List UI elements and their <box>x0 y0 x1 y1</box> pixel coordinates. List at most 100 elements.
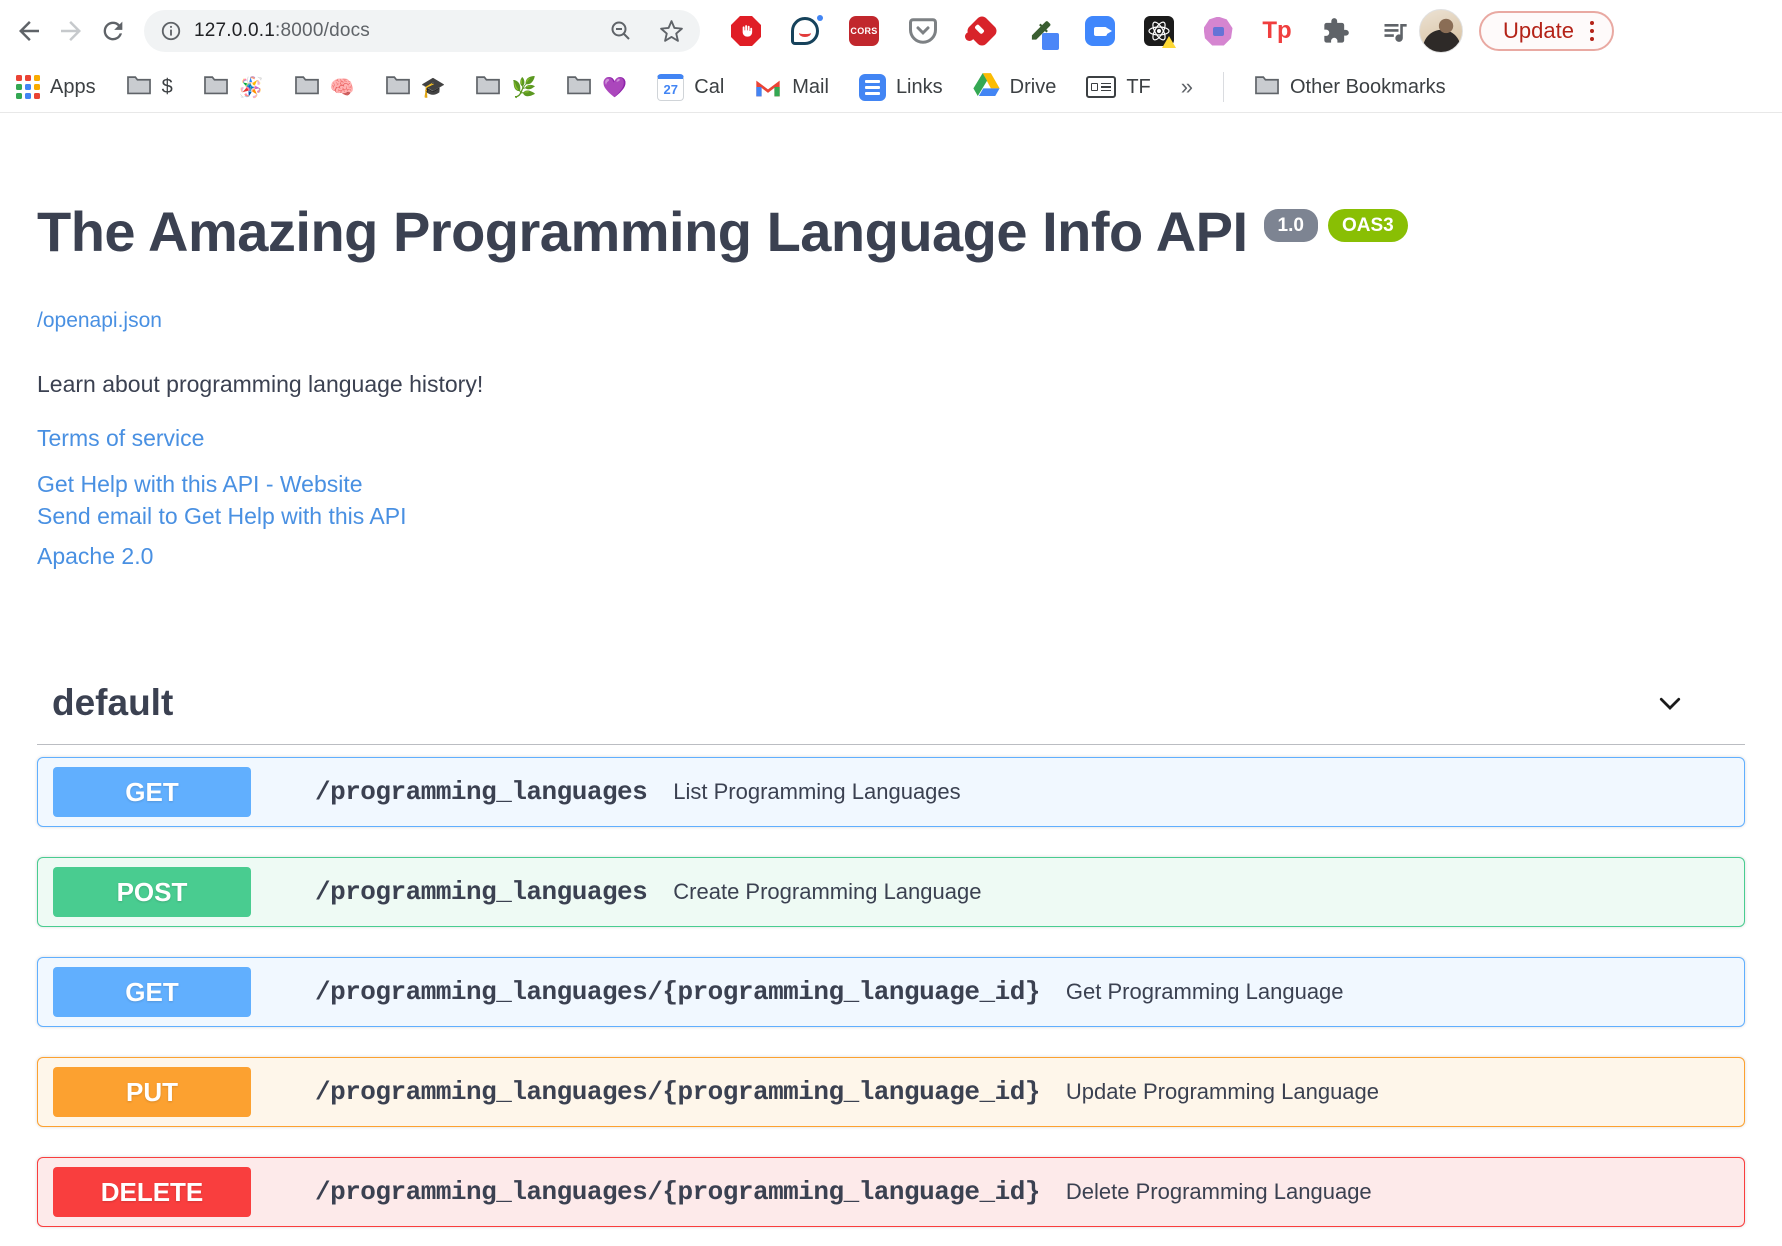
bookmark-label: Other Bookmarks <box>1290 75 1446 98</box>
chat-bubble-extension-icon[interactable] <box>789 15 823 47</box>
address-bar[interactable]: 127.0.0.1:8000/docs <box>144 10 700 52</box>
bookmark-folder[interactable]: 💜 <box>566 74 627 101</box>
card-icon <box>1086 76 1117 98</box>
bookmark-label: 🎓 <box>420 76 446 99</box>
update-button[interactable]: Update <box>1479 11 1615 51</box>
colorzilla-eyedropper-icon[interactable] <box>1025 15 1059 50</box>
chevron-down-icon[interactable] <box>1653 686 1687 720</box>
back-icon[interactable] <box>8 10 50 52</box>
endpoint-path: /programming_languages/{programming_lang… <box>315 977 1040 1007</box>
bookmark-folder[interactable]: 🪅 <box>203 74 264 101</box>
page-info-icon[interactable] <box>160 20 182 42</box>
bookmark-label: Links <box>895 75 943 98</box>
bookmark-label: Mail <box>792 75 829 98</box>
method-badge: POST <box>53 867 251 917</box>
method-badge: DELETE <box>53 1167 251 1217</box>
bookmark-label: $ <box>161 75 173 98</box>
oas3-badge: OAS3 <box>1327 209 1408 242</box>
version-badge: 1.0 <box>1263 209 1318 242</box>
folder-icon <box>566 74 592 101</box>
method-badge: GET <box>53 967 251 1017</box>
bookmark-drive[interactable]: Drive <box>973 72 1057 102</box>
other-bookmarks[interactable]: Other Bookmarks <box>1254 74 1446 101</box>
folder-icon <box>385 74 411 101</box>
cors-extension-icon[interactable]: CORS <box>848 15 880 47</box>
apps-grid-icon <box>16 75 40 99</box>
terms-of-service-link[interactable]: Terms of service <box>37 425 204 452</box>
bookmark-folder[interactable]: 🎓 <box>385 74 446 101</box>
url-text[interactable]: 127.0.0.1:8000/docs <box>194 20 370 42</box>
bookmarks-overflow-icon[interactable]: » <box>1181 74 1193 100</box>
folder-icon <box>126 74 152 101</box>
help-website-link[interactable]: Get Help with this API - Website <box>37 468 1745 500</box>
method-badge: GET <box>53 767 251 817</box>
bookmark-label: 🌿 <box>511 76 537 99</box>
folder-icon <box>475 74 501 101</box>
endpoint-summary: Update Programming Language <box>1065 1079 1380 1104</box>
bookmark-links[interactable]: Links <box>858 73 943 101</box>
folder-icon <box>203 74 229 101</box>
extensions-puzzle-icon[interactable] <box>1320 15 1352 47</box>
bookmarks-bar: Apps $ 🪅 🧠 🎓 🌿 💜 27 Cal Mail Links Drive TF »… <box>0 62 1782 113</box>
pocket-icon[interactable] <box>907 15 939 47</box>
bookmark-label: 💜 <box>602 76 628 99</box>
bookmarks-divider <box>1223 72 1224 102</box>
endpoint-row-put[interactable]: PUT/programming_languages/{programming_l… <box>37 1057 1745 1127</box>
folder-icon <box>1254 74 1280 101</box>
help-email-link[interactable]: Send email to Get Help with this API <box>37 500 1745 532</box>
reload-icon[interactable] <box>92 10 134 52</box>
bookmark-label: 🧠 <box>329 76 355 99</box>
endpoint-row-post[interactable]: POST/programming_languages Create Program… <box>37 857 1745 927</box>
bookmark-label: TF <box>1126 75 1151 98</box>
bookmark-label: 🪅 <box>238 76 264 99</box>
drive-icon <box>973 72 1000 102</box>
endpoint-path: /programming_languages/{programming_lang… <box>315 1077 1040 1107</box>
endpoints-list: GET/programming_languages List Programmin… <box>37 757 1745 1227</box>
calendar-icon: 27 <box>657 73 685 101</box>
red-diamond-extension-icon[interactable] <box>965 14 999 48</box>
bookmark-label: Drive <box>1009 75 1057 98</box>
react-devtools-icon[interactable] <box>1143 15 1176 48</box>
endpoint-path: /programming_languages <box>315 777 648 807</box>
bookmark-apps[interactable]: Apps <box>16 75 96 99</box>
endpoint-row-get[interactable]: GET/programming_languages/{programming_l… <box>37 957 1745 1027</box>
api-description: Learn about programming language history… <box>37 371 484 397</box>
section-header-default[interactable]: default <box>37 682 1745 745</box>
profile-avatar[interactable] <box>1419 9 1463 53</box>
links-icon <box>858 73 886 101</box>
bookmark-label: Cal <box>694 75 725 98</box>
endpoint-summary: Create Programming Language <box>673 879 982 904</box>
endpoint-path: /programming_languages <box>315 877 648 907</box>
bookmark-folder[interactable]: 🌿 <box>475 74 536 101</box>
endpoint-path: /programming_languages/{programming_lang… <box>315 1177 1040 1207</box>
browser-toolbar: 127.0.0.1:8000/docs CORS Tp Update <box>0 0 1782 62</box>
toucan-extension-icon[interactable]: Tp <box>1261 15 1293 47</box>
bookmark-calendar[interactable]: 27 Cal <box>657 73 725 101</box>
section-title: default <box>52 682 174 723</box>
openapi-spec-link[interactable]: /openapi.json <box>37 309 162 333</box>
zoom-out-icon[interactable] <box>609 19 633 43</box>
license-link[interactable]: Apache 2.0 <box>37 543 153 570</box>
page-title: The Amazing Programming Language Info AP… <box>37 200 1248 263</box>
endpoint-row-get[interactable]: GET/programming_languages List Programmin… <box>37 757 1745 827</box>
bookmark-label: Apps <box>50 75 96 98</box>
method-badge: PUT <box>53 1067 251 1117</box>
bookmark-folder[interactable]: $ <box>126 74 173 101</box>
extensions-row: CORS Tp <box>730 14 1411 50</box>
endpoint-summary: Delete Programming Language <box>1065 1179 1372 1204</box>
playlist-music-icon[interactable] <box>1379 15 1411 47</box>
endpoint-summary: Get Programming Language <box>1065 979 1344 1004</box>
api-docs-page: The Amazing Programming Language Info AP… <box>0 113 1782 1227</box>
bookmark-mail[interactable]: Mail <box>754 76 829 99</box>
folder-icon <box>294 74 320 101</box>
forward-icon[interactable] <box>50 10 92 52</box>
recycle-extension-icon[interactable] <box>1202 15 1234 47</box>
browser-menu-icon[interactable] <box>1589 20 1595 42</box>
adblock-icon[interactable] <box>730 15 762 47</box>
zoom-icon[interactable] <box>1084 15 1116 47</box>
bookmark-star-icon[interactable] <box>659 19 684 44</box>
bookmark-folder[interactable]: 🧠 <box>294 74 355 101</box>
gmail-icon <box>754 76 782 98</box>
bookmark-tf[interactable]: TF <box>1086 75 1151 99</box>
endpoint-row-delete[interactable]: DELETE/programming_languages/{programmin… <box>37 1157 1745 1227</box>
